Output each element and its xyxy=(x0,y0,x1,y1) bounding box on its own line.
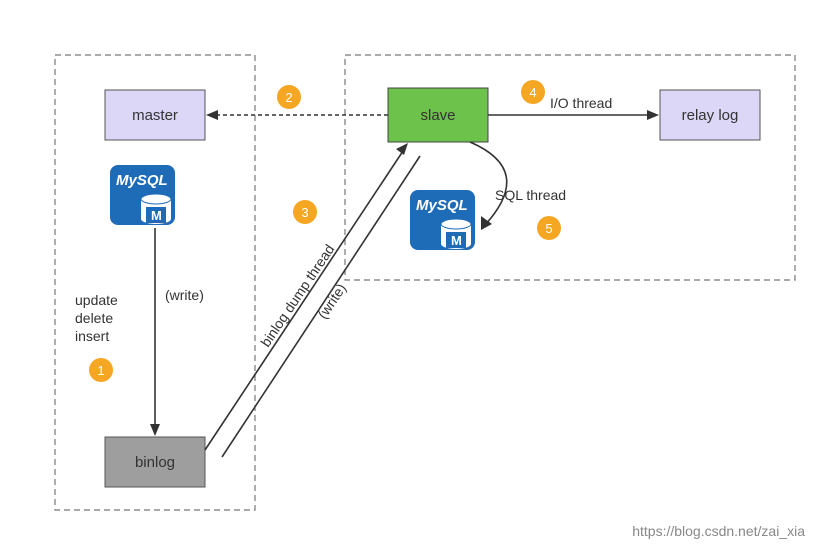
master-label: master xyxy=(132,107,178,124)
label-write-dump: (write) xyxy=(314,280,349,321)
watermark: https://blog.csdn.net/zai_xia xyxy=(632,523,805,539)
label-sql-thread: SQL thread xyxy=(495,187,566,203)
mysql-icon-master: MySQL M xyxy=(110,165,175,225)
binlog-box: binlog xyxy=(105,437,205,487)
mysql-title-master: MySQL xyxy=(116,172,168,189)
svg-text:5: 5 xyxy=(545,221,552,236)
label-io-thread: I/O thread xyxy=(550,95,612,111)
ops-update: update xyxy=(75,292,118,308)
mysql-title-slave: MySQL xyxy=(416,197,468,214)
relay-log-label: relay log xyxy=(682,107,739,124)
badge-1: 1 xyxy=(89,358,113,382)
relay-log-box: relay log xyxy=(660,90,760,140)
edge-write-master-binlog: (write) xyxy=(150,228,204,436)
mysql-badge-master: M xyxy=(151,208,162,223)
svg-text:2: 2 xyxy=(285,90,292,105)
binlog-label: binlog xyxy=(135,454,175,471)
svg-text:3: 3 xyxy=(301,205,308,220)
ops-delete: delete xyxy=(75,310,113,326)
slave-box: slave xyxy=(388,88,488,142)
svg-text:1: 1 xyxy=(97,363,104,378)
edge-binlog-to-slave: binlog dump thread (write) xyxy=(205,143,420,457)
ops-insert: insert xyxy=(75,328,109,344)
master-box: master xyxy=(105,90,205,140)
edge-slave-to-master xyxy=(206,110,388,120)
badge-2: 2 xyxy=(277,85,301,109)
mysql-badge-slave: M xyxy=(451,233,462,248)
badge-5: 5 xyxy=(537,216,561,240)
mysql-icon-slave: MySQL M xyxy=(410,190,475,250)
edge-io-thread: I/O thread xyxy=(488,95,659,120)
badge-4: 4 xyxy=(521,80,545,104)
ops-group: update delete insert xyxy=(75,292,118,344)
slave-label: slave xyxy=(420,107,455,124)
label-write: (write) xyxy=(165,287,204,303)
badge-3: 3 xyxy=(293,200,317,224)
svg-text:4: 4 xyxy=(529,85,536,100)
